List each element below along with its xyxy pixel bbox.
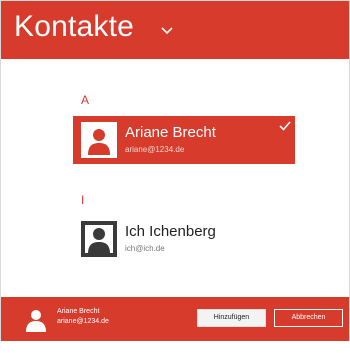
page-title[interactable]: Kontakte (14, 10, 134, 44)
section-header-i: I (81, 193, 85, 207)
contact-picker-window: Kontakte A Ariane Brecht ariane@1234.de … (0, 0, 350, 353)
contact-name: Ich Ichenberg (125, 223, 216, 240)
contact-item-ich-ichenberg[interactable]: Ich Ichenberg ich@ich.de (73, 215, 295, 263)
add-button[interactable]: Hinzufügen (197, 309, 266, 327)
cancel-button[interactable]: Abbrechen (274, 309, 343, 327)
contact-item-ariane-brecht[interactable]: Ariane Brecht ariane@1234.de (73, 116, 295, 164)
avatar-icon (81, 221, 117, 257)
contact-email: ich@ich.de (125, 244, 165, 253)
contact-name: Ariane Brecht (125, 124, 216, 141)
avatar-icon (26, 310, 46, 332)
section-header-a: A (81, 93, 90, 107)
selected-contact-name: Ariane Brecht (57, 308, 100, 315)
selected-contact-email: ariane@1234.de (57, 318, 109, 325)
bottom-edge (0, 341, 350, 353)
header-bar: Kontakte (1, 1, 349, 59)
chevron-down-icon[interactable] (159, 23, 175, 39)
contact-email: ariane@1234.de (125, 145, 185, 154)
checkmark-icon (279, 121, 291, 131)
avatar-icon (81, 122, 117, 158)
